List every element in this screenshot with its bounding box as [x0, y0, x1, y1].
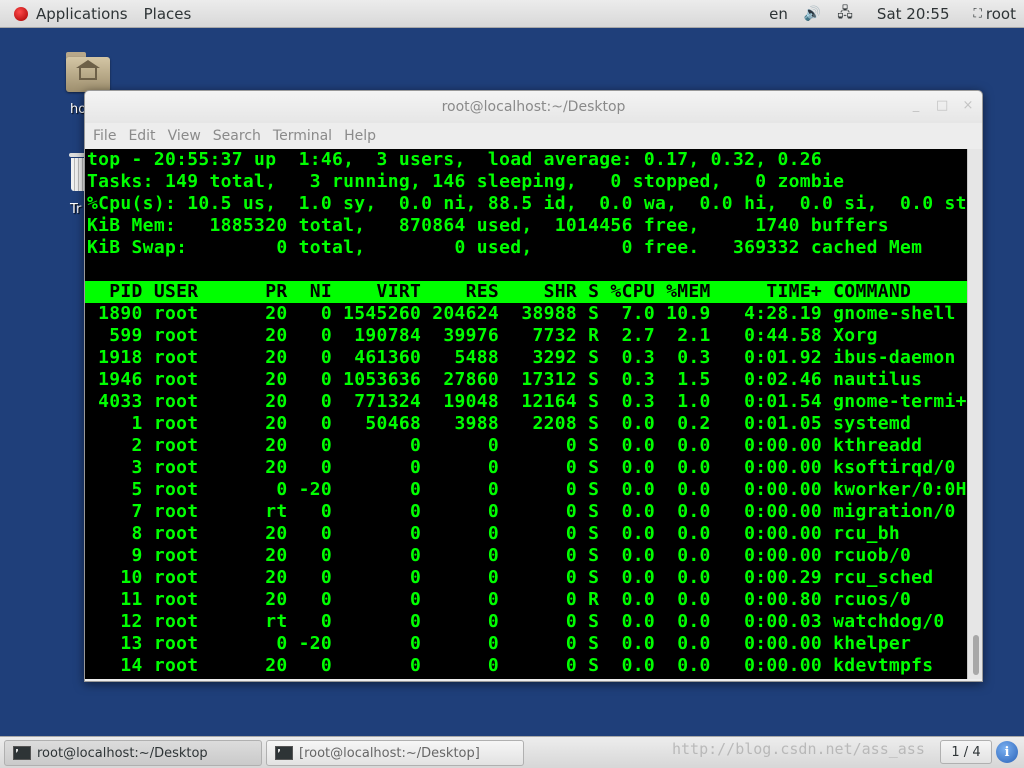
volume-icon[interactable]: 🔊	[796, 0, 829, 27]
table-row: 9 root 20 0 0 0 0 S 0.0 0.0 0:00.00 rcuo…	[87, 545, 912, 566]
table-row: 10 root 20 0 0 0 0 S 0.0 0.0 0:00.29 rcu…	[87, 567, 934, 588]
table-row: 1890 root 20 0 1545260 204624 38988 S 7.…	[87, 303, 956, 324]
info-icon[interactable]: i	[996, 741, 1018, 763]
task-label: root@localhost:~/Desktop	[37, 745, 208, 761]
table-row: 13 root 0 -20 0 0 0 S 0.0 0.0 0:00.00 kh…	[87, 633, 912, 654]
workspace-pager[interactable]: 1 / 4	[940, 740, 992, 764]
terminal-scrollbar[interactable]	[967, 149, 982, 679]
menu-search[interactable]: Search	[207, 128, 267, 144]
table-row: 599 root 20 0 190784 39976 7732 R 2.7 2.…	[87, 325, 878, 346]
top-bar: Applications Places en 🔊 🖧 Sat 20:55 ⛶ r…	[0, 0, 1024, 28]
task-terminal-active[interactable]: root@localhost:~/Desktop	[4, 740, 262, 766]
top-summary-swap: KiB Swap: 0 total, 0 used, 0 free. 36933…	[87, 237, 923, 258]
table-row: 2 root 20 0 0 0 0 S 0.0 0.0 0:00.00 kthr…	[87, 435, 923, 456]
menu-file[interactable]: File	[87, 128, 122, 144]
scrollbar-thumb[interactable]	[973, 635, 979, 675]
close-button[interactable]: ×	[962, 98, 974, 113]
table-row: 1918 root 20 0 461360 5488 3292 S 0.3 0.…	[87, 347, 956, 368]
terminal-window: root@localhost:~/Desktop _ □ × File Edit…	[84, 90, 983, 682]
table-row: 4033 root 20 0 771324 19048 12164 S 0.3 …	[87, 391, 967, 412]
table-row: 14 root 20 0 0 0 0 S 0.0 0.0 0:00.00 kde…	[87, 655, 934, 676]
table-row: 8 root 20 0 0 0 0 S 0.0 0.0 0:00.00 rcu_…	[87, 523, 900, 544]
menu-terminal[interactable]: Terminal	[267, 128, 338, 144]
process-header-text: PID USER PR NI VIRT RES SHR S %CPU %MEM …	[87, 281, 912, 302]
terminal-area[interactable]: top - 20:55:37 up 1:46, 3 users, load av…	[85, 149, 967, 679]
menu-edit[interactable]: Edit	[122, 128, 161, 144]
table-row: 1946 root 20 0 1053636 27860 17312 S 0.3…	[87, 369, 923, 390]
window-title: root@localhost:~/Desktop	[441, 99, 626, 115]
trash-label: Tr	[70, 202, 82, 217]
user-label: root	[985, 4, 1016, 23]
home-folder-icon[interactable]	[66, 52, 110, 92]
table-row: 1 root 20 0 50468 3988 2208 S 0.0 0.2 0:…	[87, 413, 912, 434]
user-icon: ⛶	[973, 6, 982, 20]
applications-menu[interactable]: Applications	[0, 0, 136, 27]
maximize-button[interactable]: □	[936, 98, 948, 113]
terminal-icon	[13, 746, 31, 760]
menu-bar: File Edit View Search Terminal Help	[85, 123, 982, 149]
window-titlebar[interactable]: root@localhost:~/Desktop _ □ ×	[85, 91, 982, 123]
watermark-text: http://blog.csdn.net/ass_ass	[672, 740, 925, 758]
table-row: 11 root 20 0 0 0 0 R 0.0 0.0 0:00.80 rcu…	[87, 589, 912, 610]
top-summary-uptime: top - 20:55:37 up 1:46, 3 users, load av…	[87, 149, 823, 170]
minimize-button[interactable]: _	[910, 98, 922, 113]
menu-help[interactable]: Help	[338, 128, 382, 144]
clock[interactable]: Sat 20:55	[861, 0, 966, 27]
top-summary-tasks: Tasks: 149 total, 3 running, 146 sleepin…	[87, 171, 845, 192]
terminal-icon	[275, 746, 293, 760]
applications-label: Applications	[36, 4, 128, 23]
network-icon[interactable]: 🖧	[829, 0, 861, 27]
task-terminal-minimized[interactable]: [root@localhost:~/Desktop]	[266, 740, 524, 766]
top-summary-mem: KiB Mem: 1885320 total, 870864 used, 101…	[87, 215, 889, 236]
table-row: 3 root 20 0 0 0 0 S 0.0 0.0 0:00.00 ksof…	[87, 457, 956, 478]
user-menu[interactable]: ⛶ root	[966, 0, 1024, 27]
menu-view[interactable]: View	[162, 128, 207, 144]
task-label: [root@localhost:~/Desktop]	[299, 745, 480, 761]
table-row: 7 root rt 0 0 0 0 S 0.0 0.0 0:00.00 migr…	[87, 501, 956, 522]
language-indicator[interactable]: en	[761, 0, 796, 27]
top-summary-cpu: %Cpu(s): 10.5 us, 1.0 sy, 0.0 ni, 88.5 i…	[87, 193, 967, 214]
table-row: 5 root 0 -20 0 0 0 S 0.0 0.0 0:00.00 kwo…	[87, 479, 967, 500]
places-menu[interactable]: Places	[136, 0, 200, 27]
process-table-header: PID USER PR NI VIRT RES SHR S %CPU %MEM …	[85, 281, 967, 303]
redhat-icon	[14, 6, 28, 21]
table-row: 12 root rt 0 0 0 0 S 0.0 0.0 0:00.03 wat…	[87, 611, 945, 632]
